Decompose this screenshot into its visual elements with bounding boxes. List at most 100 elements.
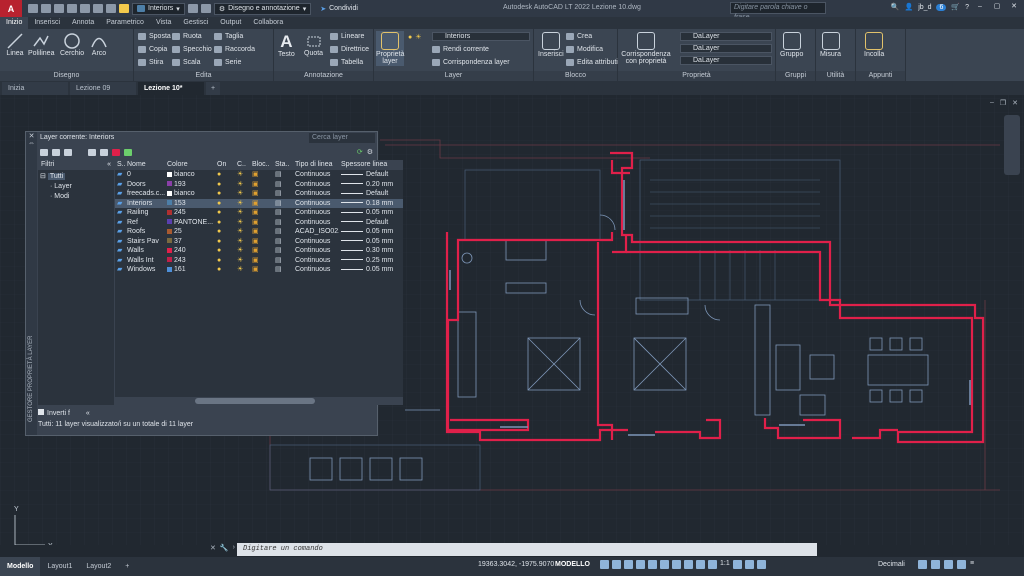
layer-props-icon[interactable] <box>200 4 211 13</box>
layer-on-cell[interactable]: ● <box>215 208 235 218</box>
rotate-button[interactable]: Ruota <box>172 33 202 40</box>
cart-icon[interactable]: 🛒 <box>951 3 960 11</box>
tab-vista[interactable]: Vista <box>150 17 177 29</box>
tab-layout1[interactable]: Layout1 <box>40 557 79 576</box>
layer-linetype-cell[interactable]: Continuous <box>293 218 339 228</box>
layer-plot-cell[interactable]: ▤ <box>273 199 293 209</box>
layer-freeze-cell[interactable]: ☀ <box>235 208 250 218</box>
close-viewport-button[interactable]: ✕ <box>1012 99 1018 107</box>
layer-color-cell[interactable]: bianco <box>165 170 215 180</box>
tab-inizio[interactable]: Inizio <box>0 17 29 29</box>
fillet-button[interactable]: Raccorda <box>214 46 255 53</box>
layer-freeze-cell[interactable]: ☀ <box>235 199 250 209</box>
tab-gestisci[interactable]: Gestisci <box>177 17 214 29</box>
layer-status-cell[interactable]: ▰ <box>115 246 125 256</box>
trim-button[interactable]: Taglia <box>214 33 243 40</box>
layer-name-cell[interactable]: 0 <box>125 170 165 180</box>
new-file-icon[interactable] <box>28 4 38 13</box>
restore-viewport-button[interactable]: ❐ <box>1000 99 1006 107</box>
minimize-viewport-button[interactable]: – <box>990 99 994 107</box>
layer-freeze-cell[interactable]: ☀ <box>235 170 250 180</box>
col-linetype[interactable]: Tipo di linea <box>293 160 339 170</box>
layer-plot-cell[interactable]: ▤ <box>273 218 293 228</box>
text-tool[interactable]: A Testo <box>278 32 295 58</box>
workspace-dropdown[interactable]: ⚙ Disegno e annotazione ▾ <box>213 2 312 15</box>
layer-name-cell[interactable]: Walls <box>125 246 165 256</box>
transparency-icon[interactable] <box>684 560 693 569</box>
user-name[interactable]: jb_d <box>918 4 931 11</box>
layer-plot-cell[interactable]: ▤ <box>273 180 293 190</box>
layer-linetype-cell[interactable]: Continuous <box>293 180 339 190</box>
paste-button[interactable]: Incolla <box>864 32 884 58</box>
help-icon[interactable]: ? <box>965 4 969 11</box>
add-layout-button[interactable]: + <box>118 557 136 576</box>
edit-attributes-button[interactable]: Edita attributi <box>566 59 618 66</box>
layer-row[interactable]: ▰ Roofs 25 ● ☀ ▣ ▤ ACAD_ISO02... 0.05 mm <box>115 227 403 237</box>
linetype-dropdown[interactable]: DaLayer <box>680 56 772 65</box>
new-group-filter-icon[interactable] <box>52 148 60 156</box>
tab-model[interactable]: Modello <box>0 557 41 576</box>
layer-lineweight-cell[interactable]: 0.05 mm <box>339 227 399 237</box>
tab-inserisci[interactable]: Inserisci <box>28 17 66 29</box>
layer-name-cell[interactable]: Railing <box>125 208 165 218</box>
doc-tab-lezione10[interactable]: Lezione 10* <box>138 82 204 95</box>
filter-layer[interactable]: · Layer <box>40 182 112 192</box>
customize-menu-icon[interactable]: ≡ <box>970 560 974 569</box>
layer-linetype-cell[interactable]: Continuous <box>293 237 339 247</box>
tab-collabora[interactable]: Collabora <box>247 17 289 29</box>
layer-row[interactable]: ▰ Walls 240 ● ☀ ▣ ▤ Continuous 0.30 mm <box>115 246 403 256</box>
grid-icon[interactable] <box>600 560 609 569</box>
dimension-tool[interactable]: Quota <box>304 32 323 57</box>
arc-tool[interactable]: Arco <box>90 32 108 57</box>
panel-blocco-title[interactable]: Blocco <box>534 71 617 81</box>
tab-annota[interactable]: Annota <box>66 17 100 29</box>
col-on[interactable]: On <box>215 160 235 170</box>
layer-color-cell[interactable]: PANTONE... <box>165 218 215 228</box>
layer-name-cell[interactable]: Stairs Pav <box>125 237 165 247</box>
layer-linetype-cell[interactable]: Continuous <box>293 246 339 256</box>
refresh-icon[interactable]: ⟳ <box>357 148 363 156</box>
layer-lock-cell[interactable]: ▣ <box>250 256 273 266</box>
search-icon[interactable]: 🔍 <box>891 3 900 11</box>
layer-color-cell[interactable]: 245 <box>165 208 215 218</box>
layer-row[interactable]: ▰ Interiors 153 ● ☀ ▣ ▤ Continuous 0.18 mm <box>115 198 403 209</box>
layer-row[interactable]: ▰ Windows 161 ● ☀ ▣ ▤ Continuous 0.05 mm <box>115 265 403 275</box>
col-plot[interactable]: Sta.. <box>273 160 293 170</box>
layer-on-cell[interactable]: ● <box>215 227 235 237</box>
layer-lock-cell[interactable]: ▣ <box>250 180 273 190</box>
quick-properties-icon[interactable] <box>918 560 927 569</box>
panel-appunti-title[interactable]: Appunti <box>856 71 905 81</box>
layer-plot-cell[interactable]: ▤ <box>273 265 293 275</box>
layer-lineweight-cell[interactable]: 0.05 mm <box>339 208 399 218</box>
layer-status-cell[interactable]: ▰ <box>115 170 125 180</box>
otrack-icon[interactable] <box>660 560 669 569</box>
user-icon[interactable]: 👤 <box>905 3 914 11</box>
layer-on-cell[interactable]: ● <box>215 246 235 256</box>
layer-status-cell[interactable]: ▰ <box>115 237 125 247</box>
copy-button[interactable]: Copia <box>138 46 167 53</box>
layer-freeze-cell[interactable]: ☀ <box>235 246 250 256</box>
make-current-button[interactable]: Rendi corrente <box>432 46 489 53</box>
new-layer-frozen-icon[interactable] <box>100 148 108 156</box>
delete-layer-icon[interactable] <box>112 148 120 156</box>
layer-color-cell[interactable]: 161 <box>165 265 215 275</box>
layer-name-cell[interactable]: freecads.c... <box>125 189 165 199</box>
layer-lineweight-cell[interactable]: Default <box>339 170 399 180</box>
layer-lineweight-cell[interactable]: 0.18 mm <box>339 199 399 209</box>
layer-row[interactable]: ▰ Stairs Pav 37 ● ☀ ▣ ▤ Continuous 0.05 mm <box>115 237 403 247</box>
layer-on-cell[interactable]: ● <box>215 256 235 266</box>
col-lineweight[interactable]: Spessore linea <box>339 160 399 170</box>
layer-status-cell[interactable]: ▰ <box>115 218 125 228</box>
table-button[interactable]: Tabella <box>330 59 363 66</box>
plus-icon[interactable] <box>744 560 754 569</box>
save-as-icon[interactable] <box>67 4 77 13</box>
match-layer-button[interactable]: Corrispondenza layer <box>432 59 510 66</box>
scrollbar-thumb[interactable] <box>195 398 315 404</box>
layer-row[interactable]: ▰ Doors 193 ● ☀ ▣ ▤ Continuous 0.20 mm <box>115 180 403 190</box>
invert-filter-checkbox[interactable]: Inverti f « <box>38 409 90 418</box>
selection-cycling-icon[interactable] <box>696 560 705 569</box>
layer-plot-cell[interactable]: ▤ <box>273 170 293 180</box>
layer-lock-cell[interactable]: ▣ <box>250 265 273 275</box>
snap-icon[interactable] <box>612 560 621 569</box>
workspace-icon[interactable] <box>732 560 742 569</box>
